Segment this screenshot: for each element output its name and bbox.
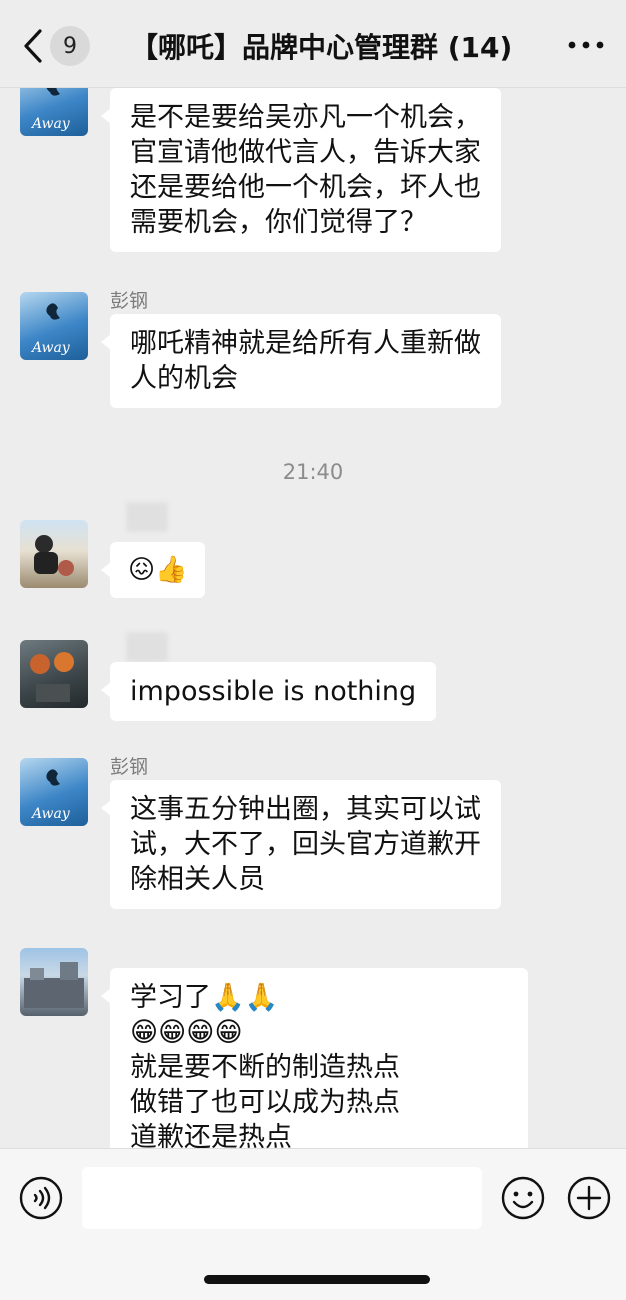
message-list[interactable]: Away 是不是要给吴亦凡一个机会， 官宣请他做代言人，告诉大家 还是要给他一个… — [0, 88, 626, 1148]
avatar[interactable] — [20, 520, 88, 588]
input-bar — [0, 1148, 626, 1300]
chat-header: 9 【哪吒】品牌中心管理群 (14) — [0, 0, 626, 88]
message-bubble[interactable]: 😖👍 — [100, 542, 206, 598]
message-bubble[interactable]: 这事五分钟出圈，其实可以试 试，大不了，回头官方道歉开 除相关人员 — [101, 780, 501, 909]
emoji: 😖 — [128, 555, 156, 585]
unread-count-badge: 9 — [50, 26, 90, 66]
avatar-caption: Away — [30, 116, 71, 132]
home-indicator — [204, 1275, 430, 1284]
chevron-left-icon — [24, 29, 42, 63]
avatar[interactable]: Away — [20, 758, 88, 826]
sender-name: 彭钢 — [110, 290, 149, 312]
avatar-caption: Away — [30, 806, 71, 822]
avatar[interactable] — [20, 948, 88, 1016]
plus-icon[interactable] — [566, 1175, 612, 1221]
back-button[interactable]: 9 — [22, 24, 102, 68]
message-bubble[interactable]: impossible is nothing — [100, 662, 437, 721]
more-icon[interactable] — [566, 30, 606, 60]
avatar[interactable]: Away — [20, 88, 88, 136]
avatar[interactable]: Away — [20, 292, 88, 360]
message-bubble[interactable]: 哪吒精神就是给所有人重新做 人的机会 — [101, 314, 501, 408]
message-bubble[interactable]: 学习了🙏🙏 😁😁😁😁 就是要不断的制造热点 做错了也可以成为热点 道歉还是热点 — [101, 968, 528, 1148]
timestamp: 21:40 — [282, 460, 344, 484]
message-bubble[interactable]: 是不是要给吴亦凡一个机会， 官宣请他做代言人，告诉大家 还是要给他一个机会，坏人… — [101, 88, 501, 252]
emoji: 👍 — [155, 555, 188, 585]
sender-name-blurred — [126, 632, 168, 662]
avatar-caption: Away — [30, 340, 71, 356]
chat-title: 【哪吒】品牌中心管理群 (14) — [130, 31, 513, 64]
voice-icon[interactable] — [18, 1175, 64, 1221]
emoji-icon[interactable] — [500, 1175, 546, 1221]
avatar[interactable] — [20, 640, 88, 708]
message-input[interactable] — [82, 1167, 482, 1229]
sender-name-blurred — [126, 502, 168, 532]
sender-name: 彭钢 — [110, 756, 149, 778]
